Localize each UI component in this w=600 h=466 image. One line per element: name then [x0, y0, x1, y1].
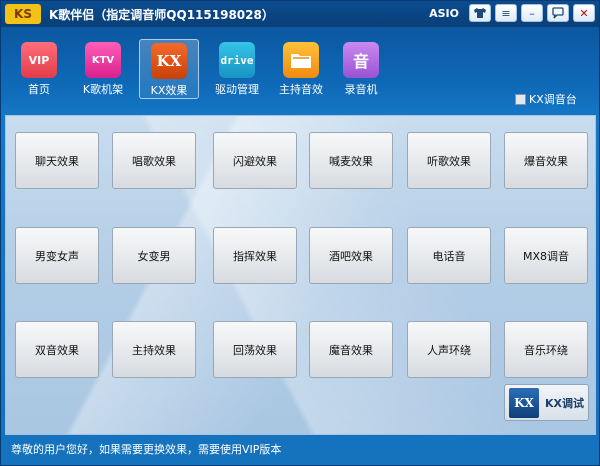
recorder-icon: 音: [343, 42, 379, 78]
effects-panel: 聊天效果 唱歌效果 闪避效果 喊麦效果 听歌效果 爆音效果男变女声 女变男 指挥效果 酒吧效果电…: [5, 115, 596, 435]
tool-ktv-label: K歌机架: [82, 83, 124, 96]
tool-home-icon-text: VIP: [28, 53, 50, 67]
kx-icon: KX: [151, 43, 187, 79]
status-bar: 尊敬的用户您好，如果需要更换效果，需要使用VIP版本: [5, 437, 596, 461]
title-controls: ASIO ≡ – ✕: [429, 4, 595, 22]
effect-button[interactable]: 音乐环绕: [504, 321, 588, 378]
effect-button[interactable]: 魔音效果: [309, 321, 393, 378]
effect-button[interactable]: 酒吧效果: [309, 227, 393, 284]
kx-debug-icon: KX: [509, 387, 539, 418]
minimize-button[interactable]: –: [521, 4, 543, 22]
effect-button[interactable]: 女变男: [112, 227, 196, 284]
asio-indicator[interactable]: ASIO: [429, 7, 459, 20]
tool-kx-effects[interactable]: KX KX效果: [139, 39, 199, 99]
effect-button[interactable]: 人声环绕: [407, 321, 491, 378]
vip-crown-icon: VIP: [21, 42, 57, 78]
tool-kx-label: KX效果: [150, 84, 188, 97]
tool-drive-icon-text: drive: [220, 53, 254, 67]
kx-mixer-label: KX调音台: [529, 93, 577, 106]
effect-button[interactable]: 回荡效果: [213, 321, 297, 378]
status-text: 尊敬的用户您好，如果需要更换效果，需要使用VIP版本: [11, 443, 282, 456]
tool-recorder[interactable]: 音 录音机: [331, 39, 391, 99]
drive-icon: drive: [219, 42, 255, 78]
effect-button[interactable]: 听歌效果: [407, 132, 491, 189]
app-window: KS K歌伴侣（指定调音师QQ115198028） ASIO ≡ – ✕ VIP: [0, 0, 600, 466]
effect-button[interactable]: 主持效果: [112, 321, 196, 378]
kx-debug-icon-text: KX: [514, 395, 534, 410]
app-logo-icon: KS: [5, 4, 41, 24]
tool-host-label: 主持音效: [279, 83, 323, 96]
tool-recorder-label: 录音机: [344, 83, 378, 96]
tool-recorder-icon-text: 音: [352, 52, 369, 71]
effect-button[interactable]: 爆音效果: [504, 132, 588, 189]
effect-button[interactable]: 闪避效果: [213, 132, 297, 189]
chat-bubble-icon: [552, 7, 564, 19]
tool-ktv-icon-text: KTV: [91, 54, 115, 66]
main-toolbar: VIP 首页 KTV K歌机架 KX KX效果 drive 驱动管理 主持音效 …: [1, 39, 599, 99]
folder-icon: [283, 42, 319, 78]
kx-mixer-checkbox[interactable]: KX调音台: [515, 91, 577, 107]
tool-kx-icon-text: KX: [156, 52, 182, 70]
effect-button[interactable]: 聊天效果: [15, 132, 99, 189]
app-title: K歌伴侣（指定调音师QQ115198028）: [49, 8, 274, 22]
shirt-icon: [474, 8, 486, 18]
checkbox-box[interactable]: [515, 93, 526, 105]
effect-button[interactable]: 指挥效果: [213, 227, 297, 284]
effect-button[interactable]: MX8调音: [504, 227, 588, 284]
effect-button[interactable]: 喊麦效果: [309, 132, 393, 189]
tool-home[interactable]: VIP 首页: [9, 39, 69, 99]
app-logo-text: KS: [14, 7, 32, 21]
close-button[interactable]: ✕: [573, 4, 595, 22]
tool-drive-label: 驱动管理: [215, 83, 259, 96]
kx-debug-button[interactable]: KX KX调试: [504, 384, 589, 421]
skin-button[interactable]: [469, 4, 491, 22]
menu-button[interactable]: ≡: [495, 4, 517, 22]
effect-button[interactable]: 双音效果: [15, 321, 99, 378]
tool-home-label: 首页: [28, 83, 50, 96]
tool-driver-manager[interactable]: drive 驱动管理: [207, 39, 267, 99]
effect-button[interactable]: 唱歌效果: [112, 132, 196, 189]
feedback-button[interactable]: [547, 4, 569, 22]
title-bar[interactable]: KS K歌伴侣（指定调音师QQ115198028） ASIO ≡ – ✕: [1, 1, 599, 27]
effect-button[interactable]: 男变女声: [15, 227, 99, 284]
kx-debug-label: KX调试: [545, 396, 585, 410]
effect-button[interactable]: 电话音: [407, 227, 491, 284]
tool-ktv-rack[interactable]: KTV K歌机架: [73, 39, 133, 99]
ktv-microphone-icon: KTV: [85, 42, 121, 78]
tool-host-sound[interactable]: 主持音效: [271, 39, 331, 99]
